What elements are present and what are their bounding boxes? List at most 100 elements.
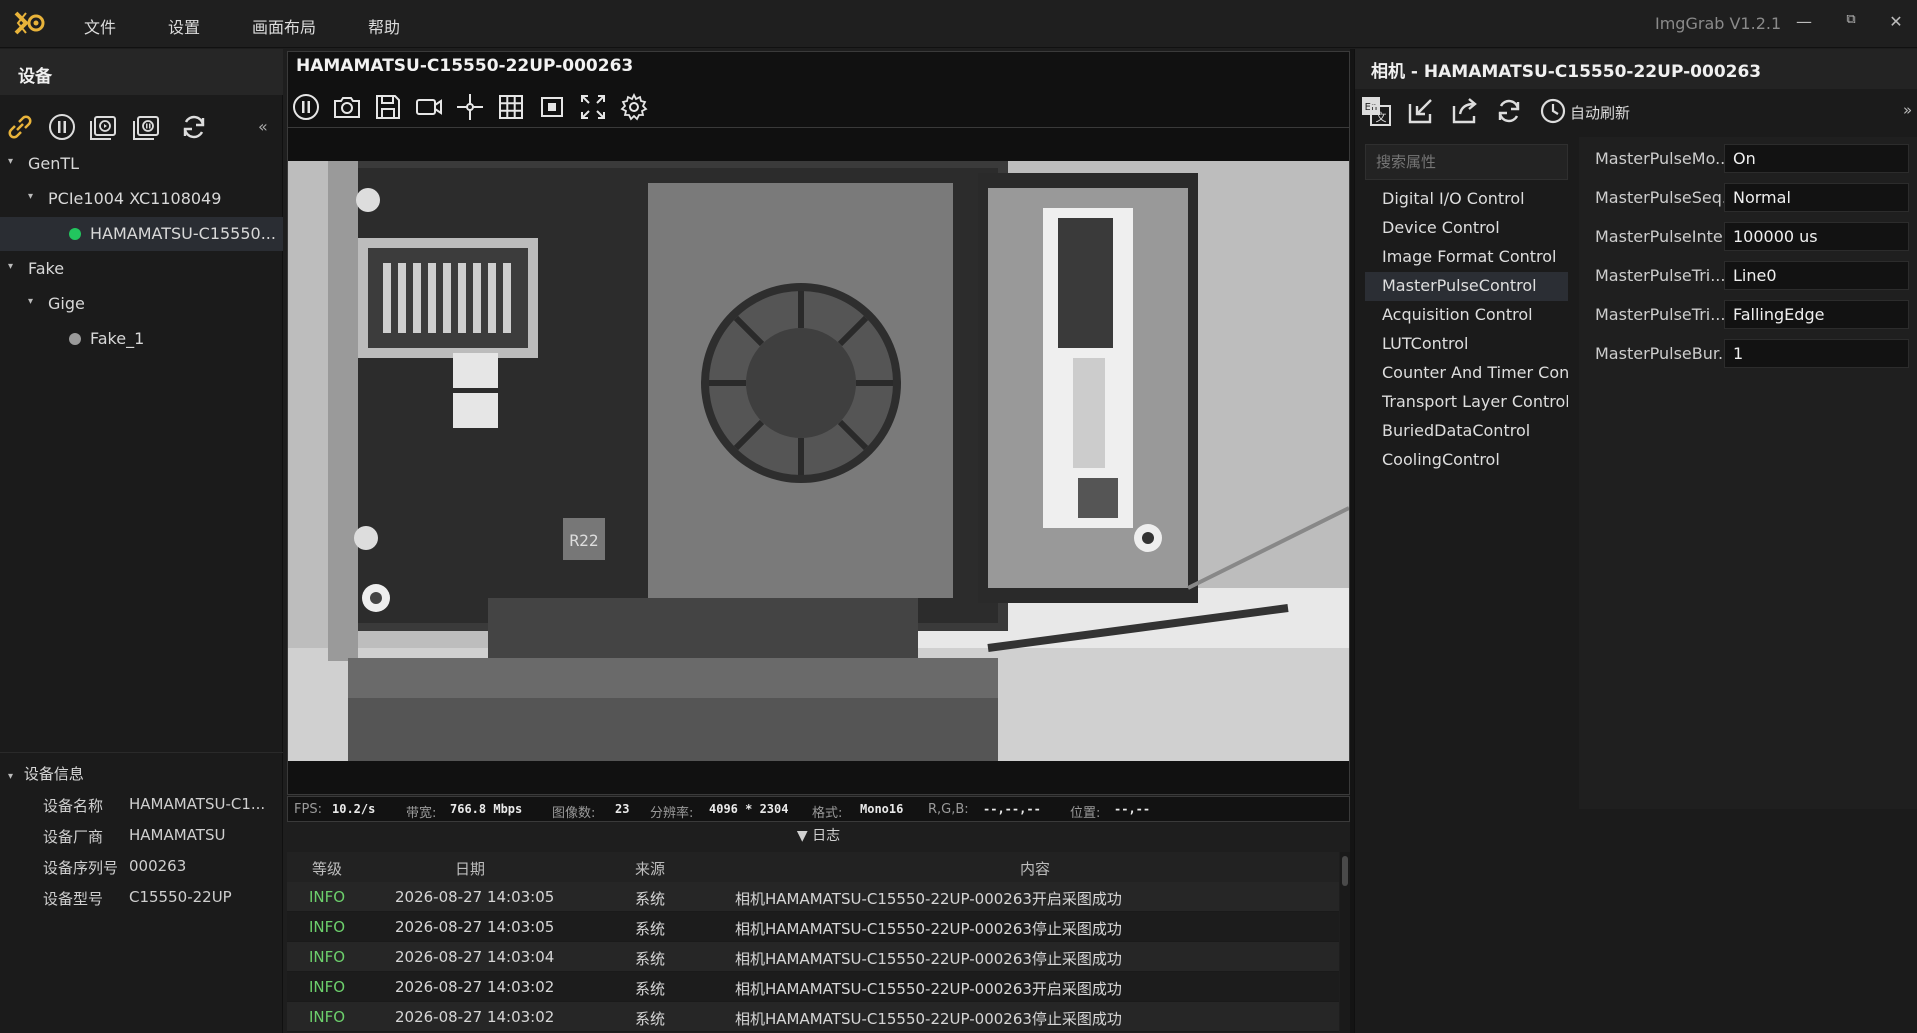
log-toggle-button[interactable]: ▼ 日志 [287,825,1350,849]
category-image-format[interactable]: Image Format Control [1365,243,1568,272]
minimize-button[interactable]: — [1792,12,1816,34]
tree-item-label: Fake_1 [90,329,145,348]
chevron-down-icon[interactable]: ▾ [28,296,33,307]
menu-bar: 文件 设置 画面布局 帮助 ImgGrab V1.2.1 — ⧉ ✕ [0,0,1917,48]
property-search-input[interactable] [1365,144,1568,180]
camera-image-view[interactable]: R22 [287,127,1350,795]
log-date: 2026-08-27 14:03:05 [395,918,555,936]
category-buried-data[interactable]: BuriedDataControl [1365,417,1568,446]
chevron-down-icon[interactable]: ▾ [8,156,13,167]
menu-settings[interactable]: 设置 [168,14,200,38]
category-device-control[interactable]: Device Control [1365,214,1568,243]
property-name: MasterPulseBur... [1595,344,1734,363]
log-date: 2026-08-27 14:03:04 [395,948,555,966]
app-title: ImgGrab V1.2.1 [1655,14,1782,33]
settings-gear-icon[interactable] [618,91,650,123]
category-cooling[interactable]: CoolingControl [1365,446,1568,475]
chevron-down-icon[interactable]: ▾ [8,771,13,782]
menu-help[interactable]: 帮助 [368,14,400,38]
tree-item-fake[interactable]: ▾ Fake [0,252,283,286]
log-level: INFO [309,948,346,966]
category-lut[interactable]: LUTControl [1365,330,1568,359]
property-value-field[interactable]: Line0 [1724,261,1909,290]
info-row-serial: 设备序列号 000263 [0,851,283,881]
rgb-label: R,G,B: [928,802,969,817]
log-col-level[interactable]: 等级 [312,858,342,879]
log-row[interactable]: INFO 2026-08-27 14:03:02 系统 相机HAMAMATSU-… [287,1002,1339,1032]
tree-item-gentl[interactable]: ▾ GenTL [0,147,283,181]
tree-item-label: GenTL [28,154,80,173]
export-icon[interactable] [1448,94,1482,128]
info-row-name: 设备名称 HAMAMATSU-C1... [0,789,283,819]
category-acquisition[interactable]: Acquisition Control [1365,301,1568,330]
refresh-icon[interactable] [1492,94,1526,128]
info-key: 设备名称 [43,797,104,815]
log-row[interactable]: INFO 2026-08-27 14:03:04 系统 相机HAMAMATSU-… [287,942,1339,972]
log-source: 系统 [635,890,666,908]
language-icon[interactable]: En 文 [1359,94,1393,128]
log-row[interactable]: INFO 2026-08-27 14:03:05 系统 相机HAMAMATSU-… [287,912,1339,942]
tree-item-fake-1[interactable]: Fake_1 [0,322,283,356]
tree-item-pcie-card[interactable]: ▾ PCIe1004 XC1108049 [0,182,283,216]
fullscreen-icon[interactable] [577,91,609,123]
menu-layout[interactable]: 画面布局 [252,14,316,38]
log-scrollbar[interactable] [1340,852,1350,1033]
property-value-field[interactable]: Normal [1724,183,1909,212]
stop-all-icon[interactable] [131,111,163,143]
clock-icon[interactable] [1536,94,1570,128]
pause-all-icon[interactable] [46,111,78,143]
bandwidth-label: 带宽: [406,806,437,821]
pause-icon[interactable] [290,91,322,123]
position-value: --,-- [1114,802,1151,816]
viewer-header: HAMAMATSU-C15550-22UP-000263 [287,51,1350,127]
log-col-date[interactable]: 日期 [455,858,485,879]
snapshot-camera-icon[interactable] [331,91,363,123]
device-info-header[interactable]: ▾ 设备信息 [8,763,84,784]
bandwidth-value: 766.8 Mbps [450,802,523,816]
image-count-label: 图像数: [552,806,596,821]
tree-item-gige[interactable]: ▾ Gige [0,287,283,321]
viewer-camera-title: HAMAMATSU-C15550-22UP-000263 [296,56,634,76]
log-col-source[interactable]: 来源 [635,858,665,879]
refresh-devices-icon[interactable] [178,111,210,143]
chevron-down-icon[interactable]: ▾ [8,261,13,272]
category-master-pulse[interactable]: MasterPulseControl [1365,272,1568,301]
property-value-field[interactable]: 1 [1724,339,1909,368]
log-source: 系统 [635,920,666,938]
link-icon[interactable] [4,111,36,143]
close-button[interactable]: ✕ [1884,12,1908,34]
restore-button[interactable]: ⧉ [1839,12,1863,34]
camera-frame-image[interactable]: R22 [288,128,1350,794]
chevron-down-icon[interactable]: ▾ [28,191,33,202]
tree-item-hamamatsu-camera[interactable]: HAMAMATSU-C15550... [0,217,283,251]
category-transport-layer[interactable]: Transport Layer Control [1365,388,1568,417]
menu-file[interactable]: 文件 [84,14,116,38]
property-row: MasterPulseTri... FallingEdge [1579,298,1917,332]
image-count-value: 23 [615,802,630,816]
rgb-value: --,--,-- [983,802,1041,816]
collapse-panel-button[interactable]: « [258,117,268,136]
log-content: 相机HAMAMATSU-C15550-22UP-000263开启采图成功 [735,890,1122,908]
category-counter-timer[interactable]: Counter And Timer Control [1365,359,1568,388]
property-value-field[interactable]: FallingEdge [1724,300,1909,329]
import-icon[interactable] [1404,94,1438,128]
log-row[interactable]: INFO 2026-08-27 14:03:02 系统 相机HAMAMATSU-… [287,972,1339,1002]
expand-panel-button[interactable]: » [1903,101,1912,119]
save-icon[interactable] [372,91,404,123]
grid-icon[interactable] [495,91,527,123]
actual-size-icon[interactable] [536,91,568,123]
property-row: MasterPulseSeq... Normal [1579,181,1917,215]
log-row[interactable]: INFO 2026-08-27 14:03:05 系统 相机HAMAMATSU-… [287,882,1339,912]
record-video-icon[interactable] [413,91,445,123]
log-scrollbar-thumb[interactable] [1342,856,1348,886]
property-value-field[interactable]: 100000 us [1724,222,1909,251]
tree-item-label: PCIe1004 XC1108049 [48,189,222,208]
category-digital-io[interactable]: Digital I/O Control [1365,185,1568,214]
log-col-content[interactable]: 内容 [1020,858,1050,879]
auto-refresh-toggle[interactable]: 自动刷新 [1570,102,1630,123]
crosshair-icon[interactable] [454,91,486,123]
log-level: INFO [309,918,346,936]
property-value-field[interactable]: On [1724,144,1909,173]
start-all-icon[interactable] [88,111,120,143]
device-panel: 设备 « ▾ GenTL ▾ PCIe1004 XC1108049 HAMAMA… [0,49,283,1033]
